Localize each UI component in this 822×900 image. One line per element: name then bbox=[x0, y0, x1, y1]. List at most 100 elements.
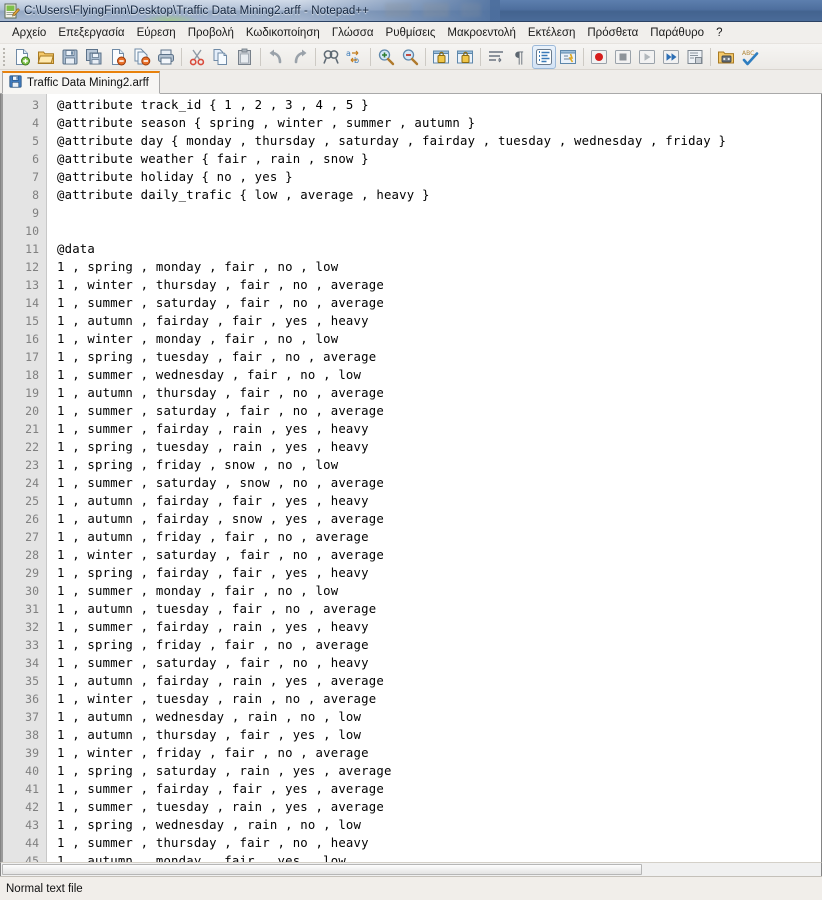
run-multiple-macro-icon[interactable] bbox=[659, 45, 683, 69]
code-line[interactable]: @attribute day { monday , thursday , sat… bbox=[57, 132, 821, 150]
line-number: 18 bbox=[25, 368, 39, 382]
code-line[interactable]: 1 , winter , thursday , fair , no , aver… bbox=[57, 276, 821, 294]
undo-icon[interactable] bbox=[264, 45, 288, 69]
code-line[interactable]: 1 , summer , saturday , fair , no , aver… bbox=[57, 402, 821, 420]
close-file-icon[interactable] bbox=[106, 45, 130, 69]
code-line[interactable]: 1 , summer , fairday , rain , yes , heav… bbox=[57, 618, 821, 636]
code-text-area[interactable]: @attribute track_id { 1 , 2 , 3 , 4 , 5 … bbox=[47, 94, 821, 862]
redo-icon[interactable] bbox=[288, 45, 312, 69]
paste-icon[interactable] bbox=[233, 45, 257, 69]
code-line[interactable]: 1 , summer , monday , fair , no , low bbox=[57, 582, 821, 600]
menu-edit[interactable]: Επεξεργασία bbox=[52, 24, 130, 42]
menu-language[interactable]: Γλώσσα bbox=[326, 24, 380, 42]
code-line[interactable]: 1 , summer , fairday , fair , yes , aver… bbox=[57, 780, 821, 798]
print-icon[interactable] bbox=[154, 45, 178, 69]
code-line[interactable]: 1 , winter , friday , fair , no , averag… bbox=[57, 744, 821, 762]
find-icon[interactable] bbox=[319, 45, 343, 69]
sync-horizontal-icon[interactable] bbox=[453, 45, 477, 69]
code-line[interactable]: @attribute holiday { no , yes } bbox=[57, 168, 821, 186]
menu-run[interactable]: Εκτέλεση bbox=[522, 24, 581, 42]
code-line[interactable]: 1 , autumn , thursday , fair , no , aver… bbox=[57, 384, 821, 402]
code-line[interactable]: @attribute daily_trafic { low , average … bbox=[57, 186, 821, 204]
toolbar-grip[interactable] bbox=[1, 45, 8, 68]
open-file-icon[interactable] bbox=[34, 45, 58, 69]
code-line[interactable]: 1 , summer , tuesday , rain , yes , aver… bbox=[57, 798, 821, 816]
code-line[interactable]: @data bbox=[57, 240, 821, 258]
code-line[interactable]: 1 , autumn , wednesday , rain , no , low bbox=[57, 708, 821, 726]
code-line[interactable]: 1 , spring , friday , snow , no , low bbox=[57, 456, 821, 474]
code-line[interactable]: 1 , autumn , fairday , rain , yes , aver… bbox=[57, 672, 821, 690]
code-line[interactable]: 1 , summer , wednesday , fair , no , low bbox=[57, 366, 821, 384]
code-line[interactable]: 1 , autumn , fairday , fair , yes , heav… bbox=[57, 312, 821, 330]
record-macro-icon[interactable] bbox=[587, 45, 611, 69]
code-line[interactable]: 1 , winter , saturday , fair , no , aver… bbox=[57, 546, 821, 564]
code-line[interactable]: 1 , spring , tuesday , fair , no , avera… bbox=[57, 348, 821, 366]
menu-file[interactable]: Αρχείο bbox=[6, 24, 52, 42]
line-number: 30 bbox=[25, 584, 39, 598]
code-line[interactable]: 1 , spring , monday , fair , no , low bbox=[57, 258, 821, 276]
menu-view[interactable]: Προβολή bbox=[182, 24, 240, 42]
code-line[interactable]: 1 , autumn , fairday , fair , yes , heav… bbox=[57, 492, 821, 510]
new-file-icon[interactable] bbox=[10, 45, 34, 69]
indent-guide-icon[interactable] bbox=[532, 44, 556, 69]
code-line[interactable]: 1 , spring , friday , fair , no , averag… bbox=[57, 636, 821, 654]
zoom-out-icon[interactable] bbox=[398, 45, 422, 69]
code-line[interactable]: 1 , autumn , tuesday , fair , no , avera… bbox=[57, 600, 821, 618]
code-line[interactable]: @attribute weather { fair , rain , snow … bbox=[57, 150, 821, 168]
code-line[interactable]: 1 , summer , saturday , fair , no , heav… bbox=[57, 654, 821, 672]
tab-strip-empty bbox=[160, 92, 822, 93]
close-button[interactable] bbox=[461, 3, 481, 17]
code-line[interactable]: 1 , autumn , thursday , fair , yes , low bbox=[57, 726, 821, 744]
line-number: 13 bbox=[25, 278, 39, 292]
saved-file-icon bbox=[9, 75, 22, 91]
code-line[interactable]: 1 , spring , wednesday , rain , no , low bbox=[57, 816, 821, 834]
menu-window[interactable]: Παράθυρο bbox=[644, 24, 710, 42]
close-all-icon[interactable] bbox=[130, 45, 154, 69]
copy-icon[interactable] bbox=[209, 45, 233, 69]
save-icon[interactable] bbox=[58, 45, 82, 69]
code-line[interactable]: 1 , autumn , friday , fair , no , averag… bbox=[57, 528, 821, 546]
run-icon[interactable] bbox=[714, 45, 738, 69]
code-line[interactable] bbox=[57, 204, 821, 222]
code-line[interactable]: 1 , spring , fairday , fair , yes , heav… bbox=[57, 564, 821, 582]
menu-plugins[interactable]: Πρόσθετα bbox=[581, 24, 644, 42]
maximize-button[interactable] bbox=[423, 3, 449, 17]
code-line[interactable]: 1 , summer , fairday , rain , yes , heav… bbox=[57, 420, 821, 438]
user-defined-dialog-icon[interactable] bbox=[556, 45, 580, 69]
save-all-icon[interactable] bbox=[82, 45, 106, 69]
horizontal-scrollbar[interactable] bbox=[0, 862, 822, 876]
title-bar[interactable]: C:\Users\FlyingFinn\Desktop\Traffic Data… bbox=[0, 0, 822, 22]
code-line[interactable]: 1 , summer , saturday , snow , no , aver… bbox=[57, 474, 821, 492]
sync-vertical-icon[interactable] bbox=[429, 45, 453, 69]
code-line[interactable]: @attribute track_id { 1 , 2 , 3 , 4 , 5 … bbox=[57, 96, 821, 114]
tab-traffic-data-mining2[interactable]: Traffic Data Mining2.arff bbox=[2, 71, 160, 94]
word-wrap-icon[interactable] bbox=[484, 45, 508, 69]
code-line[interactable]: 1 , summer , saturday , fair , no , aver… bbox=[57, 294, 821, 312]
code-line[interactable]: 1 , summer , thursday , fair , no , heav… bbox=[57, 834, 821, 852]
replace-icon[interactable]: a b bbox=[343, 45, 367, 69]
show-all-chars-icon[interactable]: ¶ bbox=[508, 45, 532, 69]
play-macro-icon[interactable] bbox=[635, 45, 659, 69]
code-line[interactable]: 1 , spring , saturday , rain , yes , ave… bbox=[57, 762, 821, 780]
stop-macro-icon[interactable] bbox=[611, 45, 635, 69]
code-line[interactable]: @attribute season { spring , winter , su… bbox=[57, 114, 821, 132]
menu-help[interactable]: ? bbox=[710, 24, 728, 42]
menu-settings[interactable]: Ρυθμίσεις bbox=[380, 24, 442, 42]
save-macro-icon[interactable] bbox=[683, 45, 707, 69]
zoom-in-icon[interactable] bbox=[374, 45, 398, 69]
menu-search[interactable]: Εύρεση bbox=[131, 24, 182, 42]
editor-area[interactable]: 3 4 5 6 7 8 9 10 11 12 13 14 15 16 17 18 19 20 21 22 23 24 25 2… bbox=[0, 94, 822, 862]
window-controls[interactable] bbox=[385, 3, 481, 17]
horizontal-scrollbar-thumb[interactable] bbox=[2, 864, 642, 875]
menu-encoding[interactable]: Κωδικοποίηση bbox=[240, 24, 326, 42]
code-line[interactable] bbox=[57, 222, 821, 240]
code-line[interactable]: 1 , winter , tuesday , rain , no , avera… bbox=[57, 690, 821, 708]
spellcheck-icon[interactable]: ABC bbox=[738, 45, 762, 69]
cut-icon[interactable] bbox=[185, 45, 209, 69]
minimize-button[interactable] bbox=[385, 3, 411, 17]
code-line[interactable]: 1 , autumn , monday , fair , yes , low bbox=[57, 852, 821, 862]
code-line[interactable]: 1 , winter , monday , fair , no , low bbox=[57, 330, 821, 348]
code-line[interactable]: 1 , autumn , fairday , snow , yes , aver… bbox=[57, 510, 821, 528]
code-line[interactable]: 1 , spring , tuesday , rain , yes , heav… bbox=[57, 438, 821, 456]
menu-macro[interactable]: Μακροεντολή bbox=[441, 24, 522, 42]
